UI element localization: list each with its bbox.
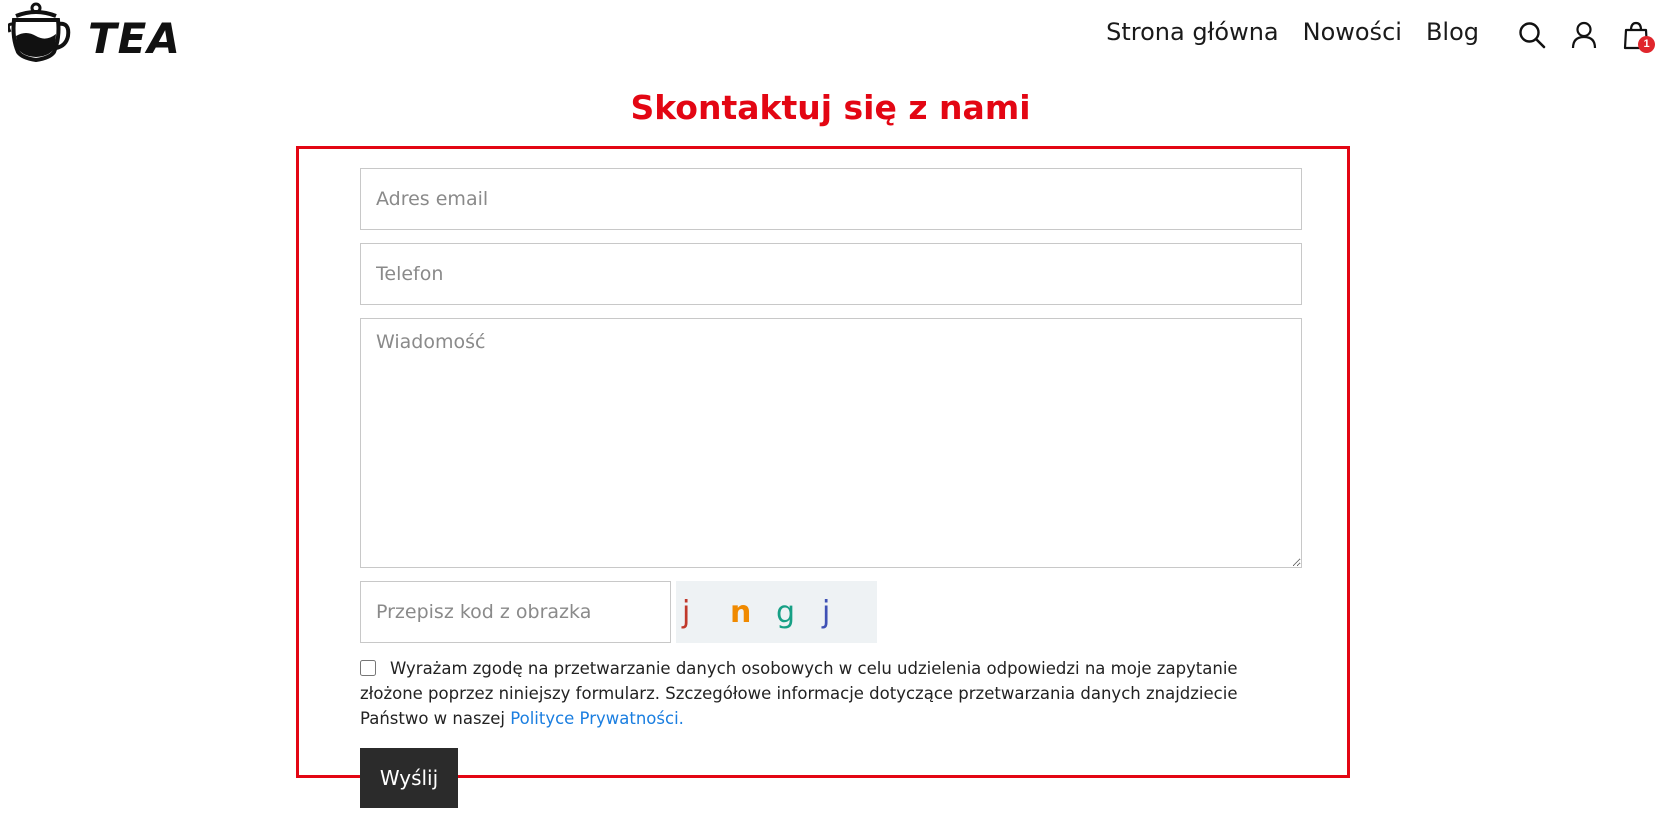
logo-text: TEA bbox=[88, 14, 181, 63]
captcha-char: j bbox=[822, 595, 831, 630]
main-nav: Strona główna Nowości Blog bbox=[1106, 18, 1479, 46]
site-logo[interactable]: TEA bbox=[8, 2, 180, 66]
account-button[interactable] bbox=[1569, 20, 1599, 50]
captcha-char: j bbox=[682, 595, 691, 630]
consent-text: Wyrażam zgodę na przetwarzanie danych os… bbox=[360, 659, 1238, 728]
captcha-input[interactable] bbox=[360, 581, 671, 643]
nav-item-news[interactable]: Nowości bbox=[1303, 18, 1402, 46]
page-title: Skontaktuj się z nami bbox=[630, 88, 1031, 127]
consent-block: Wyrażam zgodę na przetwarzanie danych os… bbox=[360, 656, 1305, 731]
nav-item-blog[interactable]: Blog bbox=[1426, 18, 1479, 46]
search-button[interactable] bbox=[1517, 20, 1547, 50]
search-icon bbox=[1519, 22, 1546, 49]
cart-count-badge: 1 bbox=[1638, 36, 1655, 53]
message-textarea[interactable] bbox=[360, 318, 1302, 568]
nav-item-home[interactable]: Strona główna bbox=[1106, 18, 1279, 46]
user-icon bbox=[1571, 21, 1597, 49]
email-field[interactable] bbox=[360, 168, 1302, 230]
captcha-char: g bbox=[776, 595, 796, 630]
cart-button[interactable]: 1 bbox=[1621, 20, 1655, 53]
header-icons: 1 bbox=[1517, 20, 1655, 53]
captcha-char: n bbox=[730, 595, 752, 630]
phone-field[interactable] bbox=[360, 243, 1302, 305]
captcha-image: j n g j bbox=[676, 581, 877, 643]
site-header: TEA Strona główna Nowości Blog 1 bbox=[0, 0, 1661, 72]
consent-checkbox[interactable] bbox=[360, 660, 376, 676]
teapot-logo-icon bbox=[8, 2, 71, 63]
privacy-policy-link[interactable]: Polityce Prywatności. bbox=[510, 709, 684, 728]
submit-button[interactable]: Wyślij bbox=[360, 748, 458, 808]
